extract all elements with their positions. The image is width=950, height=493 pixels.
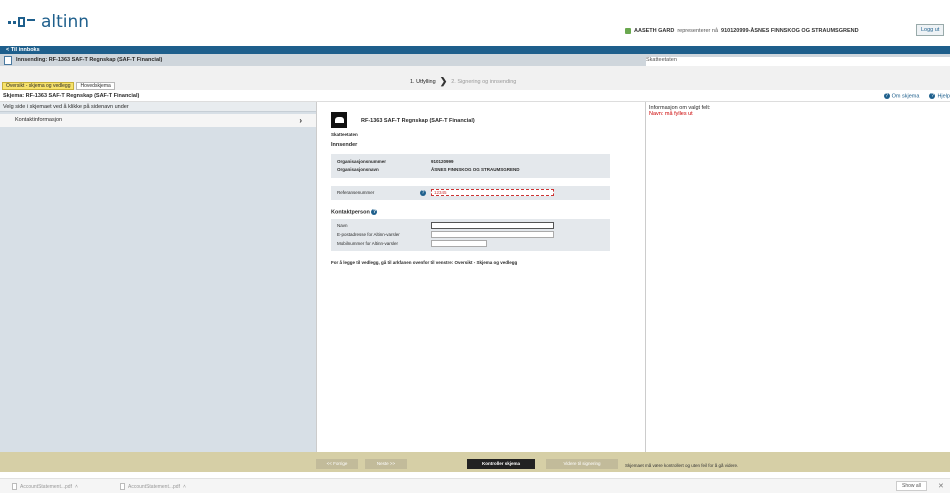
chevron-up-icon[interactable]: ˄ [183, 484, 186, 490]
org-name: 910120999-ÅSNES FINNSKOG OG STRAUMSGREND [721, 28, 859, 34]
help-icon[interactable]: ? [420, 190, 426, 196]
field-info-panel: Informasjon om valgt felt: Navn: må fyll… [646, 102, 950, 452]
mobile-label: Mobilnummer for Altinn-varsler [337, 241, 399, 246]
downloads-bar: AccountStatement...pdf ˄ AccountStatemen… [0, 478, 950, 493]
show-all-button[interactable]: Show all [896, 481, 927, 491]
name-input[interactable] [431, 222, 554, 229]
contact-box: Navn E-postadresse for Altinn-varsler Mo… [331, 219, 610, 251]
reference-box: Referansenummer ? 12345 [331, 186, 610, 200]
download-item[interactable]: AccountStatement...pdf ˄ [12, 483, 78, 490]
org-number-value: 910120999 [431, 159, 454, 164]
pdf-icon [120, 483, 125, 490]
pdf-icon [12, 483, 17, 490]
email-input[interactable] [431, 231, 554, 238]
lock-icon [625, 28, 631, 34]
skjema-links: ? Om skjema ? Hjelp [883, 93, 950, 99]
tab-bar: Oversikt - skjema og vedlegg Hovedskjema [0, 82, 115, 90]
emblem-label: Skatteetaten [331, 132, 358, 137]
page-nav-header: Velg side i skjemaet ved å klikke på sid… [0, 102, 316, 112]
document-title: Innsending: RF-1363 SAF-T Regnskap (SAF-… [16, 57, 163, 63]
name-label: Navn [337, 223, 348, 228]
reference-label: Referansenummer [337, 190, 375, 195]
reference-input[interactable]: 12345 [431, 189, 554, 196]
tab-hovedskjema[interactable]: Hovedskjema [76, 82, 115, 90]
info-icon: ? [883, 93, 890, 99]
top-header: altinn AASETH GARD representerer nå 9101… [0, 0, 950, 44]
page-navigation: Velg side i skjemaet ved å klikke på sid… [0, 102, 316, 452]
chevron-up-icon[interactable]: ˄ [75, 484, 78, 490]
form-area: RF-1363 SAF-T Regnskap (SAF-T Financial)… [316, 102, 646, 452]
altinn-logo-icon [8, 17, 35, 27]
innsender-box: Organisasjonsnummer 910120999 Organisasj… [331, 154, 610, 178]
chevron-right-icon: ❯ [439, 76, 448, 86]
representation-info: AASETH GARD representerer nå 910120999-Å… [625, 28, 859, 34]
om-skjema-link[interactable]: ? Om skjema [883, 93, 919, 99]
org-name-label: Organisasjonsnavn [337, 167, 379, 172]
action-bar: << Forrige Neste >> Kontroller skjema Vi… [0, 452, 950, 472]
tab-oversikt[interactable]: Oversikt - skjema og vedlegg [2, 82, 75, 90]
email-label: E-postadresse for Altinn-varsler [337, 232, 400, 237]
chevron-right-icon: › [299, 116, 302, 125]
close-icon[interactable]: ✕ [938, 482, 944, 490]
document-icon [4, 55, 12, 65]
inbox-link[interactable]: < Til innboks [0, 46, 950, 54]
user-name: AASETH GARD [634, 28, 675, 34]
progress-steps: 1. Utfylling ❯ 2. Signering og innsendin… [0, 66, 950, 90]
step-utfylling: 1. Utfylling [410, 78, 436, 85]
help-link[interactable]: ? Hjelp [929, 93, 950, 99]
forward-signing-button[interactable]: Videre til signering [546, 459, 618, 469]
contact-heading: Kontaktperson ? [331, 209, 378, 216]
brand-name: altinn [41, 12, 90, 32]
download-item[interactable]: AccountStatement...pdf ˄ [120, 483, 186, 490]
help-icon[interactable]: ? [371, 209, 378, 215]
page-nav-item-kontaktinformasjon[interactable]: Kontaktinformasjon › [0, 114, 316, 127]
mobile-input[interactable] [431, 240, 487, 247]
skjema-title: Skjema: RF-1363 SAF-T Regnskap (SAF-T Fi… [0, 91, 950, 102]
page-nav-item-label: Kontaktinformasjon [15, 117, 63, 123]
org-number-label: Organisasjonsnummer [337, 159, 387, 164]
check-form-button[interactable]: Kontroller skjema [467, 459, 535, 469]
action-message: Skjemaet må være kontrollert og uten fei… [625, 463, 739, 468]
innsender-heading: Innsender [331, 142, 358, 148]
next-button[interactable]: Neste >> [365, 459, 407, 469]
org-name-value: ÅSNES FINNSKOG OG STRAUMSGREND [431, 167, 520, 172]
help-icon: ? [929, 93, 936, 99]
attachment-note: For å legge til vedlegg, gå til arkfanen… [331, 260, 518, 265]
step-signering: 2. Signering og innsending [451, 78, 517, 85]
skatteetaten-logo [331, 112, 347, 128]
form-title: RF-1363 SAF-T Regnskap (SAF-T Financial) [361, 118, 475, 124]
represents-text: representerer nå [677, 28, 719, 34]
previous-button[interactable]: << Forrige [316, 459, 358, 469]
logout-button[interactable]: Logg ut [916, 24, 945, 36]
document-bar: Innsending: RF-1363 SAF-T Regnskap (SAF-… [0, 54, 950, 407]
validation-error: Navn: må fylles ut [649, 111, 693, 117]
altinn-logo[interactable]: altinn [8, 12, 89, 32]
